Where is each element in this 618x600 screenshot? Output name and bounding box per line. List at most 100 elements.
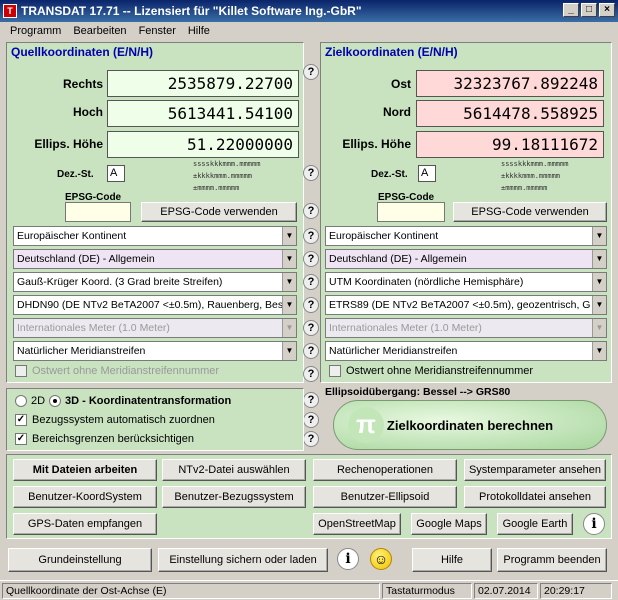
target-continent-select[interactable]: Europäischer Kontinent ▼: [325, 226, 607, 246]
help-icon[interactable]: ?: [303, 274, 319, 290]
chevron-down-icon: ▼: [282, 296, 296, 314]
source-country-value: Deutschland (DE) - Allgemein: [17, 253, 155, 265]
save-settings-button[interactable]: Einstellung sichern oder laden: [158, 548, 328, 572]
help-icon[interactable]: ?: [303, 64, 319, 80]
bereich-checkbox[interactable]: ✓ Bereichsgrenzen berücksichtigen: [15, 433, 194, 445]
menu-bar: Programm Bearbeiten Fenster Hilfe: [0, 22, 618, 40]
help-icon[interactable]: ?: [303, 366, 319, 382]
chevron-down-icon: ▼: [592, 296, 606, 314]
target-coordsystem-select[interactable]: UTM Koordinaten (nördliche Hemisphäre) ▼: [325, 272, 607, 292]
radio-2d[interactable]: 2D: [15, 395, 45, 407]
help-icon[interactable]: ?: [303, 392, 319, 408]
target-ostwert-checkbox[interactable]: Ostwert ohne Meridianstreifennummer: [329, 365, 533, 377]
target-dez-input[interactable]: A: [418, 165, 436, 182]
source-hoehe-input[interactable]: 51.22000000: [107, 131, 299, 158]
target-nord-output[interactable]: 5614478.558925: [416, 100, 604, 127]
help-icon[interactable]: ?: [303, 320, 319, 336]
checkbox-box: [15, 365, 27, 377]
ntv2-button[interactable]: NTv2-Datei auswählen: [162, 459, 306, 481]
source-ostwert-checkbox[interactable]: Ostwert ohne Meridianstreifennummer: [15, 365, 219, 377]
calculate-button[interactable]: π Zielkoordinaten berechnen: [333, 400, 607, 450]
radio-circle: [49, 395, 61, 407]
exit-button[interactable]: Programm beenden: [497, 548, 607, 572]
help-icon[interactable]: ?: [303, 343, 319, 359]
menu-fenster[interactable]: Fenster: [133, 25, 182, 37]
checkbox-box: [329, 365, 341, 377]
source-continent-select[interactable]: Europäischer Kontinent ▼: [13, 226, 297, 246]
target-epsg-input[interactable]: [377, 202, 445, 222]
source-rechts-input[interactable]: 2535879.22700: [107, 70, 299, 97]
info-icon[interactable]: i: [337, 548, 359, 570]
files-button[interactable]: Mit Dateien arbeiten: [13, 459, 157, 481]
protocol-button[interactable]: Protokolldatei ansehen: [464, 486, 606, 508]
google-maps-button[interactable]: Google Maps: [411, 513, 487, 535]
systemparameter-button[interactable]: Systemparameter ansehen: [464, 459, 606, 481]
source-ostwert-label: Ostwert ohne Meridianstreifennummer: [32, 365, 220, 377]
source-panel: Quellkoordinaten (E/N/H) Rechts 2535879.…: [6, 42, 304, 383]
target-meridian-select[interactable]: Natürlicher Meridianstreifen ▼: [325, 341, 607, 361]
grundeinstellung-button[interactable]: Grundeinstellung: [8, 548, 152, 572]
source-datum-select[interactable]: DHDN90 (DE NTv2 BeTA2007 <±0.5m), Rauenb…: [13, 295, 297, 315]
menu-bearbeiten[interactable]: Bearbeiten: [67, 25, 132, 37]
rechenoperationen-button[interactable]: Rechenoperationen: [313, 459, 457, 481]
help-icon[interactable]: ?: [303, 297, 319, 313]
help-icon[interactable]: ?: [303, 251, 319, 267]
maximize-button[interactable]: □: [581, 3, 597, 17]
source-meridian-select[interactable]: Natürlicher Meridianstreifen ▼: [13, 341, 297, 361]
source-unit-value: Internationales Meter (1.0 Meter): [17, 322, 170, 334]
chevron-down-icon: ▼: [282, 342, 296, 360]
menu-programm[interactable]: Programm: [4, 25, 67, 37]
help-icon[interactable]: ?: [303, 412, 319, 428]
help-icon[interactable]: ?: [303, 203, 319, 219]
source-epsg-button[interactable]: EPSG-Code verwenden: [141, 202, 297, 222]
app-icon: T: [3, 4, 17, 18]
source-coordsystem-select[interactable]: Gauß-Krüger Koord. (3 Grad breite Streif…: [13, 272, 297, 292]
chevron-down-icon: ▼: [592, 342, 606, 360]
target-datum-select[interactable]: ETRS89 (DE NTv2 BeTA2007 <±0.5m), geozen…: [325, 295, 607, 315]
help-button[interactable]: Hilfe: [412, 548, 492, 572]
user-refsystem-button[interactable]: Benutzer-Bezugssystem: [162, 486, 306, 508]
title-bar: T TRANSDAT 17.71 -- Lizensiert für "Kill…: [0, 0, 618, 22]
source-label-rechts: Rechts: [62, 77, 103, 91]
source-panel-title: Quellkoordinaten (E/N/H): [11, 45, 154, 59]
source-dez-input[interactable]: A: [107, 165, 125, 182]
target-country-select[interactable]: Deutschland (DE) - Allgemein ▼: [325, 249, 607, 269]
help-icon[interactable]: ?: [303, 228, 319, 244]
source-hoch-input[interactable]: 5613441.54100: [107, 100, 299, 127]
chevron-down-icon: ▼: [282, 227, 296, 245]
help-icon[interactable]: ?: [303, 165, 319, 181]
google-earth-button[interactable]: Google Earth: [497, 513, 573, 535]
target-label-nord: Nord: [383, 105, 411, 119]
bezug-checkbox[interactable]: ✓ Bezugssystem automatisch zuordnen: [15, 414, 215, 426]
gps-button[interactable]: GPS-Daten empfangen: [13, 513, 157, 535]
target-label-ost: Ost: [390, 77, 411, 91]
source-country-select[interactable]: Deutschland (DE) - Allgemein ▼: [13, 249, 297, 269]
source-meridian-value: Natürlicher Meridianstreifen: [17, 345, 146, 357]
user-coordsystem-button[interactable]: Benutzer-KoordSystem: [13, 486, 157, 508]
status-date: 02.07.2014: [474, 582, 538, 599]
target-ost-output[interactable]: 32323767.892248: [416, 70, 604, 97]
menu-hilfe[interactable]: Hilfe: [182, 25, 216, 37]
source-unit-select[interactable]: Internationales Meter (1.0 Meter) ▼: [13, 318, 297, 338]
source-epsg-input[interactable]: [65, 202, 131, 222]
smiley-icon[interactable]: ☺: [370, 548, 392, 570]
target-epsg-button[interactable]: EPSG-Code verwenden: [453, 202, 607, 222]
radio-3d[interactable]: 3D - Koordinatentransformation: [49, 395, 231, 407]
radio-circle: [15, 395, 27, 407]
user-ellipsoid-button[interactable]: Benutzer-Ellipsoid: [313, 486, 457, 508]
source-label-hoehe: Ellips. Höhe: [34, 137, 103, 151]
close-button[interactable]: ×: [599, 3, 615, 17]
check-icon: ✓: [15, 433, 27, 445]
bereich-label: Bereichsgrenzen berücksichtigen: [32, 433, 195, 445]
minimize-button[interactable]: _: [563, 3, 579, 17]
source-continent-value: Europäischer Kontinent: [17, 230, 127, 242]
openstreetmap-button[interactable]: OpenStreetMap: [313, 513, 401, 535]
target-unit-select[interactable]: Internationales Meter (1.0 Meter) ▼: [325, 318, 607, 338]
help-icon[interactable]: ?: [303, 431, 319, 447]
target-hoehe-output[interactable]: 99.18111672: [416, 131, 604, 158]
target-format-line-1: sssskkkmmm.mmmmm: [501, 160, 569, 168]
options-panel: 2D 3D - Koordinatentransformation ✓ Bezu…: [6, 388, 304, 451]
info-icon[interactable]: i: [583, 513, 605, 535]
source-format-line-1: sssskkkmmm.mmmmm: [193, 160, 261, 168]
source-format-line-2: ±kkkkmmm.mmmmm: [193, 172, 253, 180]
